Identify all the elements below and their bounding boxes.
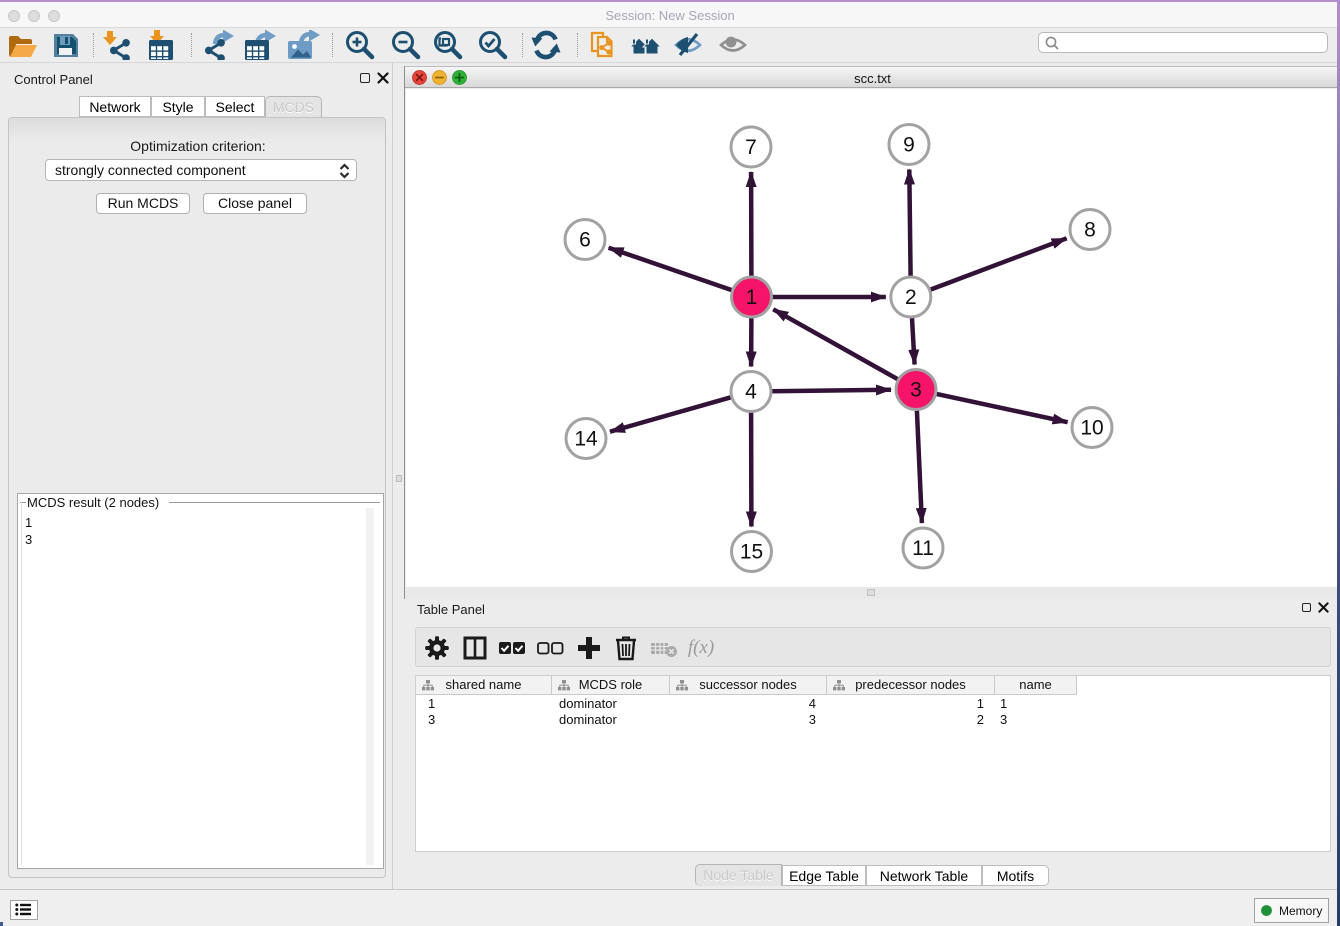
svg-text:2: 2 (905, 286, 917, 309)
svg-text:4: 4 (745, 381, 757, 404)
svg-text:8: 8 (1084, 219, 1096, 242)
svg-text:10: 10 (1080, 417, 1103, 440)
svg-text:1: 1 (746, 286, 758, 309)
svg-text:6: 6 (579, 229, 591, 252)
svg-text:14: 14 (574, 428, 598, 451)
svg-text:9: 9 (903, 134, 915, 157)
svg-text:15: 15 (740, 541, 763, 564)
svg-text:3: 3 (910, 379, 922, 402)
svg-text:11: 11 (912, 537, 934, 560)
svg-text:7: 7 (745, 136, 757, 159)
